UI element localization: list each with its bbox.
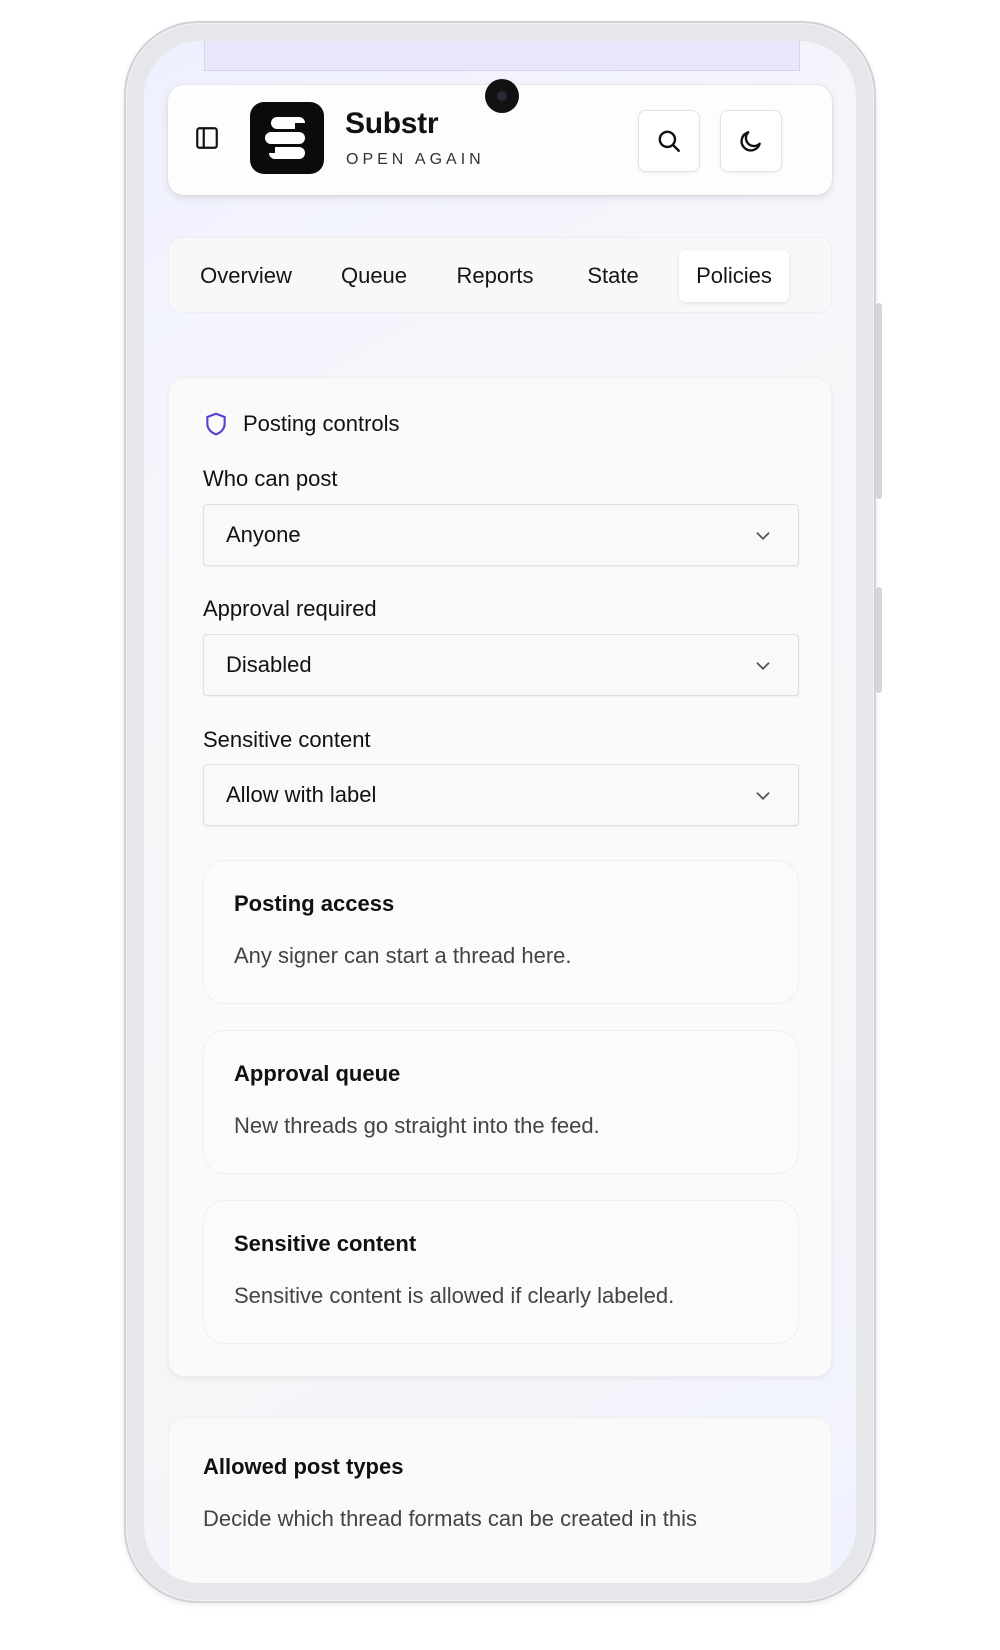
sensitive-content-info: Sensitive content Sensitive content is a…: [203, 1200, 799, 1344]
info-description: New threads go straight into the feed.: [234, 1113, 600, 1138]
tab-queue[interactable]: Queue: [329, 250, 419, 302]
approval-required-label: Approval required: [203, 596, 377, 621]
sensitive-content-select[interactable]: Allow with label: [203, 764, 799, 826]
brand-tagline: OPEN AGAIN: [346, 151, 485, 168]
chevron-down-icon: [756, 532, 770, 541]
brand-name: Substr: [345, 107, 439, 140]
allowed-post-types-title: Allowed post types: [203, 1454, 404, 1479]
approval-required-value: Disabled: [226, 652, 312, 677]
tab-state[interactable]: State: [573, 250, 653, 302]
posting-access-info: Posting access Any signer can start a th…: [203, 860, 799, 1004]
tab-bar: Overview Queue Reports State Policies: [168, 237, 832, 313]
search-button[interactable]: [638, 110, 700, 172]
tab-reports[interactable]: Reports: [439, 250, 551, 302]
theme-toggle-button[interactable]: [720, 110, 782, 172]
info-title: Approval queue: [234, 1061, 401, 1086]
moon-icon: [740, 131, 761, 152]
info-title: Sensitive content: [234, 1231, 417, 1256]
allowed-post-types-card: Allowed post types Decide which thread f…: [168, 1417, 832, 1583]
approval-queue-info: Approval queue New threads go straight i…: [203, 1030, 799, 1174]
tab-policies[interactable]: Policies: [679, 250, 789, 302]
sensitive-content-value: Allow with label: [226, 782, 377, 807]
sidebar-icon: [196, 127, 218, 149]
chevron-down-icon: [756, 662, 770, 671]
chevron-down-icon: [756, 792, 770, 801]
tab-overview[interactable]: Overview: [183, 250, 309, 302]
front-camera: [485, 79, 519, 113]
phone-frame: Substr OPEN AGAIN Overview Queue Reports…: [124, 21, 882, 1603]
brand-logo[interactable]: [250, 102, 324, 174]
info-title: Posting access: [234, 891, 395, 916]
posting-controls-card: Posting controls Who can post Anyone App…: [168, 377, 832, 1377]
who-can-post-label: Who can post: [203, 466, 338, 491]
side-button: [876, 303, 882, 499]
posting-controls-title: Posting controls: [243, 411, 400, 436]
info-description: Any signer can start a thread here.: [234, 943, 572, 968]
section-title: Posting controls: [203, 410, 400, 438]
info-description: Sensitive content is allowed if clearly …: [234, 1283, 675, 1308]
who-can-post-select[interactable]: Anyone: [203, 504, 799, 566]
sidebar-toggle-button[interactable]: [192, 123, 222, 153]
shield-icon: [206, 412, 226, 436]
approval-required-select[interactable]: Disabled: [203, 634, 799, 696]
who-can-post-value: Anyone: [226, 522, 301, 547]
side-button: [876, 587, 882, 693]
phone-screen: Substr OPEN AGAIN Overview Queue Reports…: [144, 41, 856, 1583]
top-banner-strip: [204, 41, 800, 71]
allowed-post-types-description: Decide which thread formats can be creat…: [203, 1506, 698, 1531]
sensitive-content-label: Sensitive content: [203, 727, 371, 752]
search-icon: [658, 130, 680, 152]
